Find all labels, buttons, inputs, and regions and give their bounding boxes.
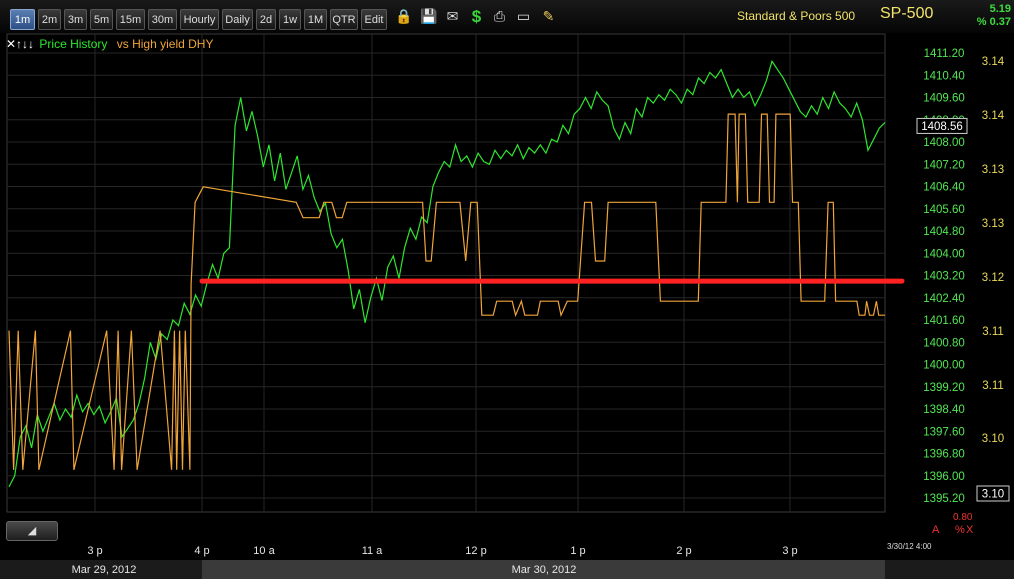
price-tick-label: 1404.00 (923, 248, 965, 260)
dhy-tick-label: 3.12 (982, 272, 1004, 284)
pct-close-toggle[interactable]: X (966, 524, 973, 536)
timeframe-daily[interactable]: Daily (222, 9, 253, 30)
price-tick-label: 1408.00 (923, 137, 965, 149)
price-tick-label: 1403.20 (923, 271, 965, 283)
x-tick-label: 2 p (676, 545, 691, 557)
timeframe-5m[interactable]: 5m (90, 9, 113, 30)
price-tick-label: 1396.80 (923, 449, 965, 461)
x-tick-label: 10 a (253, 545, 275, 557)
timeframe-1w[interactable]: 1w (279, 9, 301, 30)
date-label-mar29: Mar 29, 2012 (72, 564, 137, 576)
toolbar: 1m 2m 3m 5m 15m 30m Hourly Daily 2d 1w 1M QTR Edit 🔒 💾… (0, 0, 1014, 34)
dhy-tick-label: 3.13 (982, 218, 1004, 230)
legend-series-price[interactable]: Price History (39, 37, 107, 51)
dhy-tick-label: 3.13 (982, 164, 1004, 176)
dhy-tick-label: 3.14 (982, 56, 1005, 68)
scroll-left-button[interactable]: ◢ (6, 521, 58, 541)
x-tick-label: 3 p (87, 545, 102, 557)
timeframe-3m[interactable]: 3m (64, 9, 87, 30)
price-tick-label: 1397.60 (923, 426, 965, 438)
x-tick-label: 1 p (570, 545, 585, 557)
price-tick-label: 1396.00 (923, 471, 965, 483)
plot-area (6, 33, 886, 513)
timeframe-2d[interactable]: 2d (256, 9, 276, 30)
price-tick-label: 1405.60 (923, 204, 965, 216)
price-tick-label: 1400.00 (923, 360, 965, 372)
price-tick-label: 1407.20 (923, 159, 965, 171)
legend: ✕↑↓↓ Price History vs High yield DHY (6, 37, 213, 51)
x-tick-label: 4 p (194, 545, 209, 557)
save-icon[interactable]: 💾 (420, 8, 437, 25)
price-tick-label: 1398.40 (923, 404, 965, 416)
timeframe-hourly[interactable]: Hourly (180, 9, 219, 30)
timeframe-edit[interactable]: Edit (361, 9, 387, 30)
chart[interactable]: 3 p 4 p 10 a 11 a 12 p 1 p 2 p 3 p Mar 29, 2012 M… (0, 33, 1014, 579)
pct-percent-toggle[interactable]: % (955, 524, 965, 536)
window-icon[interactable]: ▭ (515, 8, 532, 25)
pencil-icon[interactable]: ✎ (540, 8, 557, 25)
current-dhy-label: 3.10 (982, 489, 1004, 501)
symbol-name: Standard & Poors 500 (737, 9, 856, 23)
date-label-mar30: Mar 30, 2012 (512, 564, 577, 576)
date-bar-right (885, 560, 1014, 579)
price-tick-label: 1411.20 (924, 48, 965, 60)
print-icon[interactable]: ⎙ (491, 8, 508, 25)
current-price-label: 1408.56 (921, 121, 963, 133)
timeframe-2m[interactable]: 2m (38, 9, 61, 30)
x-tick-label: 11 a (362, 545, 383, 557)
timeframe-30m[interactable]: 30m (148, 9, 177, 30)
timeframe-1m[interactable]: 1M (304, 9, 327, 30)
legend-controls[interactable]: ✕↑↓↓ (6, 37, 34, 51)
change-percent: % 0.37 (976, 16, 1011, 28)
email-icon[interactable]: ✉ (444, 8, 461, 25)
price-tick-label: 1404.80 (923, 226, 965, 238)
price-tick-label: 1409.60 (923, 93, 965, 105)
price-tick-label: 1395.20 (923, 493, 965, 505)
lock-icon[interactable]: 🔒 (395, 8, 412, 25)
price-tick-label: 1400.80 (923, 337, 965, 349)
timeframe-1m[interactable]: 1m (10, 9, 35, 30)
price-tick-label: 1410.40 (923, 70, 965, 82)
dollar-icon[interactable]: $ (468, 8, 485, 25)
x-tick-label: 12 p (465, 545, 486, 557)
symbol-ticker[interactable]: SP-500 (880, 5, 933, 23)
timestamp: 3/30/12 4:00 (887, 542, 932, 551)
dhy-tick-label: 3.10 (982, 433, 1004, 445)
dhy-tick-label: 3.11 (982, 380, 1004, 392)
price-tick-label: 1406.40 (923, 182, 965, 194)
x-tick-label: 3 p (782, 545, 797, 557)
price-tick-label: 1402.40 (923, 293, 965, 305)
change-value: 5.19 (989, 3, 1011, 15)
pct-value: 0.80 (953, 512, 973, 523)
legend-series-dhy[interactable]: vs High yield DHY (117, 37, 214, 51)
price-tick-label: 1401.60 (923, 315, 965, 327)
timeframe-qtr[interactable]: QTR (330, 9, 358, 30)
dhy-tick-label: 3.14 (982, 110, 1005, 122)
price-tick-label: 1399.20 (923, 382, 965, 394)
dhy-tick-label: 3.11 (982, 326, 1004, 338)
timeframe-15m[interactable]: 15m (116, 9, 145, 30)
pct-a-toggle[interactable]: A (932, 524, 939, 536)
